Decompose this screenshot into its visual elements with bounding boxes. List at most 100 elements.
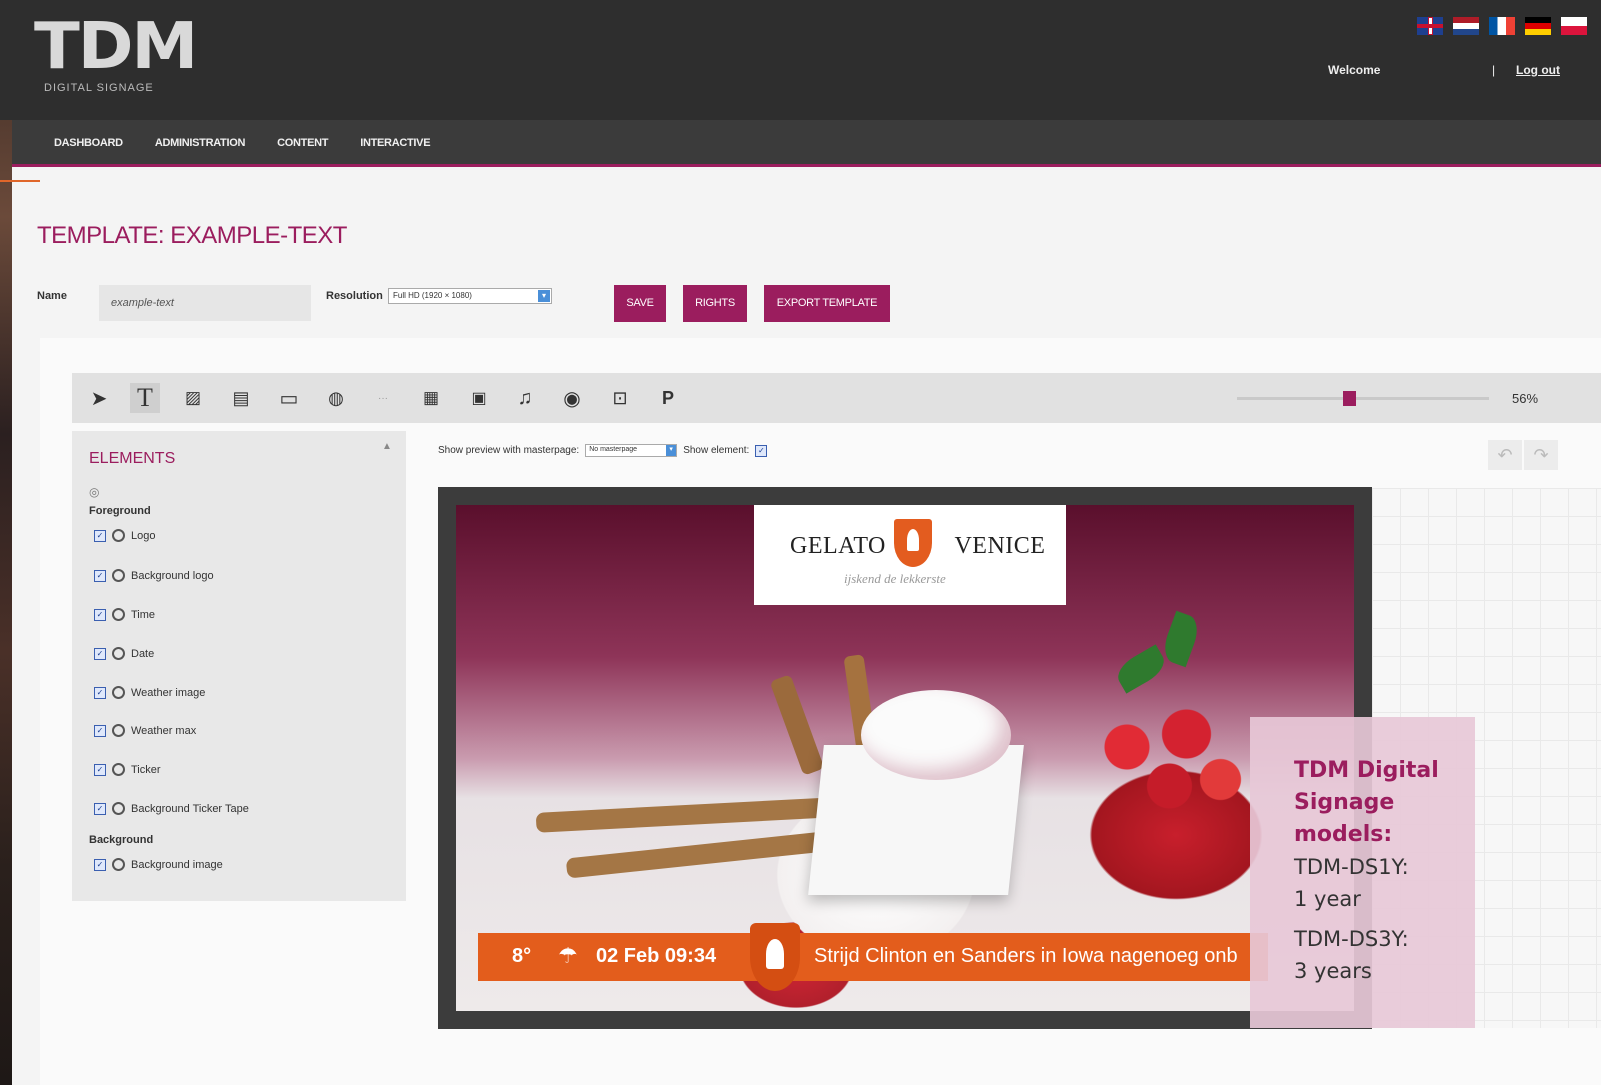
radio-icon[interactable] [112,569,125,582]
image-icon[interactable]: ▨ [178,383,208,413]
checkbox-icon[interactable]: ✓ [94,647,106,660]
calendar-icon[interactable]: ▦ [416,383,446,413]
background-image[interactable]: GELATO VENICE ijskend de lekkerste 8° ☂ … [456,505,1354,1011]
zoom-slider-thumb[interactable] [1343,391,1356,406]
radio-icon[interactable] [112,724,125,737]
eye-icon[interactable]: ◎ [89,485,99,499]
video-icon[interactable]: ▤ [226,383,256,413]
element-row[interactable]: ✓ Background logo [94,569,214,582]
pl-flag-icon[interactable] [1561,17,1587,35]
app-header: TDM DIGITAL SIGNAGE Welcome | Log out [0,0,1601,120]
ticker-text: Strijd Clinton en Sanders in Iowa nageno… [814,945,1238,967]
elements-panel: ELEMENTS ▲ ◎ Foreground ✓ Logo ✓ Backgroun… [72,431,406,901]
de-flag-icon[interactable] [1525,17,1551,35]
masterpage-select[interactable]: No masterpage ▾ [585,444,678,457]
radio-icon[interactable] [112,763,125,776]
uk-flag-icon[interactable] [1417,17,1443,35]
logout-link[interactable]: Log out [1516,63,1560,77]
interactive-icon[interactable]: ⊡ [605,383,635,413]
element-row[interactable]: ✓ Weather image [94,686,205,699]
nav-interactive[interactable]: INTERACTIVE [344,120,446,164]
element-row[interactable]: ✓ Ticker [94,763,161,776]
brand-tagline: ijskend de lekkerste [844,571,946,586]
nav-content[interactable]: CONTENT [261,120,344,164]
fr-flag-icon[interactable] [1489,17,1515,35]
language-flags [1417,17,1587,35]
web-icon[interactable]: ◍ [321,383,351,413]
ticker-tape[interactable]: 8° ☂ 02 Feb 09:34 Strijd Clinton en Sand… [478,923,1268,991]
masterpage-value: No masterpage [589,446,638,453]
checkbox-icon[interactable]: ✓ [94,569,106,582]
date-time: 02 Feb 09:34 [596,945,717,967]
checkbox-icon[interactable]: ✓ [94,724,106,737]
element-row[interactable]: ✓ Background image [94,858,223,871]
preview-options: Show preview with masterpage: No masterp… [438,444,768,457]
model-2-duration: 3 years [1294,959,1372,983]
weather-max: 8° [512,945,532,967]
template-canvas[interactable]: GELATO VENICE ijskend de lekkerste 8° ☂ … [438,487,1372,1029]
page-title: TEMPLATE: EXAMPLE-TEXT [37,222,347,249]
resolution-value: Full HD (1920 × 1080) [393,291,472,300]
show-element-checkbox[interactable]: ✓ [755,444,768,457]
name-input[interactable] [99,285,311,321]
show-element-label: Show element: [683,445,750,456]
export-template-button[interactable]: EXPORT TEMPLATE [764,285,890,322]
rectangle-icon[interactable]: ▭ [274,383,304,413]
radio-icon[interactable] [112,529,125,542]
wafer-roll [535,797,837,833]
radio-icon[interactable] [112,686,125,699]
element-row[interactable]: ✓ Weather max [94,724,196,737]
mint-leaf [1112,644,1170,694]
checkbox-icon[interactable]: ✓ [94,686,106,699]
undo-icon[interactable]: ↶ [1488,440,1522,470]
nl-flag-icon[interactable] [1453,17,1479,35]
checkbox-icon[interactable]: ✓ [94,802,106,815]
background-strip [0,0,40,1085]
welcome-text: Welcome [1328,63,1381,77]
info-title: TDM Digital Signage models: [1294,758,1439,847]
checkbox-icon[interactable]: ✓ [94,529,106,542]
elements-title: ELEMENTS [89,450,176,467]
nav-dashboard[interactable]: DASHBOARD [12,120,139,164]
element-label: Background logo [131,569,214,582]
checkbox-icon[interactable]: ✓ [94,858,106,871]
element-row[interactable]: ✓ Background Ticker Tape [94,802,249,815]
radio-icon[interactable] [112,608,125,621]
collapse-icon[interactable]: ▲ [382,441,392,452]
main-nav: DASHBOARD ADMINISTRATION CONTENT INTERAC… [12,120,1601,167]
wafer-stick [769,674,825,776]
rights-button[interactable]: RIGHTS [683,285,747,322]
element-label: Background Ticker Tape [131,802,249,815]
logo-element[interactable]: GELATO VENICE ijskend de lekkerste [754,505,1066,605]
ice-cream-icon [894,519,932,567]
mint-leaf [1159,610,1203,668]
element-label: Date [131,647,155,660]
powerpoint-icon[interactable]: P [653,383,683,413]
checkbox-icon[interactable]: ✓ [94,763,106,776]
redo-icon[interactable]: ↷ [1524,440,1558,470]
select-arrow-icon: ▾ [538,290,550,302]
element-row[interactable]: ✓ Logo [94,529,155,542]
resolution-label: Resolution [326,290,383,302]
music-icon[interactable]: ♫ [510,383,540,413]
checkbox-icon[interactable]: ✓ [94,608,106,621]
zoom-slider[interactable] [1237,397,1489,400]
ticker-icon[interactable]: ··· [368,383,398,413]
text-icon[interactable]: T [130,383,160,413]
radio-icon[interactable] [112,858,125,871]
nav-administration[interactable]: ADMINISTRATION [139,120,261,164]
model-1-name: TDM-DS1Y: [1294,855,1409,879]
radio-icon[interactable] [112,647,125,660]
ice-cream-scoop [861,690,1011,780]
element-label: Ticker [131,763,161,776]
rss-icon[interactable]: ◉ [557,383,587,413]
element-row[interactable]: ✓ Time [94,608,155,621]
radio-icon[interactable] [112,802,125,815]
element-row[interactable]: ✓ Date [94,647,154,660]
pointer-icon[interactable]: ➤ [84,383,114,413]
logo-text: TDM [34,10,198,84]
youtube-icon[interactable]: ▣ [464,383,494,413]
resolution-select[interactable]: Full HD (1920 × 1080) ▾ [388,288,552,304]
tdm-logo[interactable]: TDM DIGITAL SIGNAGE [34,14,198,94]
save-button[interactable]: SAVE [614,285,666,322]
